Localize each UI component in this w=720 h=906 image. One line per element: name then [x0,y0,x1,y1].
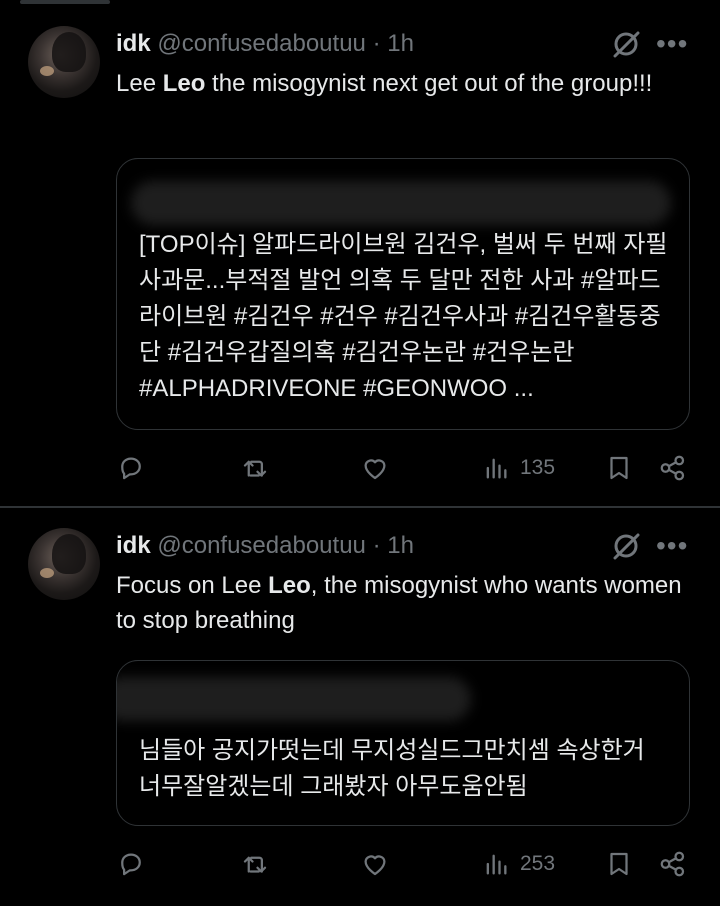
action-bar: 135 [0,448,720,488]
user-handle[interactable]: @confusedaboutuu [157,532,366,559]
quoted-tweet-text: 님들아 공지가떳는데 무지성실드그만치셈 속상한거 너무잘알겠는데 그래봤자 아… [139,737,645,800]
user-handle[interactable]: @confusedaboutuu [157,30,366,57]
bookmark-button[interactable] [604,844,634,884]
grok-icon[interactable] [610,28,642,60]
grok-icon[interactable] [610,530,642,562]
retweet-icon [243,856,267,873]
heart-icon [364,855,386,876]
quoted-tweet[interactable]: 님들아 공지가떳는데 무지성실드그만치셈 속상한거 너무잘알겠는데 그래봤자 아… [116,660,690,826]
tweet-text: Lee Leo the misogynist next get out of t… [116,70,653,97]
reply-icon [121,457,141,480]
redacted-quote-author [117,677,471,721]
retweet-button[interactable] [240,448,270,488]
display-name[interactable]: idk [116,30,151,57]
views-chart-icon [486,854,507,875]
tweet[interactable]: idk @confusedaboutuu · 1h ••• Focus on L… [0,508,720,906]
avatar[interactable] [28,528,100,600]
retweet-icon [243,460,267,477]
bookmark-icon [610,456,628,480]
more-dots-icon[interactable]: ••• [656,30,692,58]
avatar[interactable] [28,26,100,98]
share-button[interactable] [658,844,688,884]
like-button[interactable] [360,448,390,488]
separator-dot: · [372,30,381,57]
separator-dot: · [372,532,381,559]
share-icon [660,455,685,481]
timestamp[interactable]: 1h [387,30,414,57]
view-count: 135 [520,456,556,479]
views-button[interactable]: 253 [482,844,555,884]
reply-button[interactable] [116,448,146,488]
tweet-text: Focus on Lee Leo, the misogynist who wan… [116,572,682,634]
bookmark-button[interactable] [604,448,634,488]
bookmark-icon [610,852,628,876]
timestamp[interactable]: 1h [387,532,414,559]
display-name[interactable]: idk [116,532,151,559]
retweet-button[interactable] [240,844,270,884]
quoted-tweet[interactable]: [TOP이슈] 알파드라이브원 김건우, 벌써 두 번째 자필 사과문...부적… [116,158,690,430]
reply-icon [121,853,141,876]
quoted-tweet-text: [TOP이슈] 알파드라이브원 김건우, 벌써 두 번째 자필 사과문...부적… [139,231,668,402]
tweet-header: idk @confusedaboutuu · 1h [116,30,414,58]
more-dots-icon[interactable]: ••• [656,532,692,560]
tweet[interactable]: idk @confusedaboutuu · 1h ••• Lee Leo th… [0,0,720,506]
heart-icon [364,459,386,480]
view-count: 253 [520,852,556,875]
views-button[interactable]: 135 [482,448,555,488]
tweet-header: idk @confusedaboutuu · 1h [116,532,414,560]
share-icon [660,851,685,877]
like-button[interactable] [360,844,390,884]
action-bar: 253 [0,844,720,884]
share-button[interactable] [658,448,688,488]
redacted-quote-author [131,181,671,225]
reply-button[interactable] [116,844,146,884]
views-chart-icon [486,458,507,479]
